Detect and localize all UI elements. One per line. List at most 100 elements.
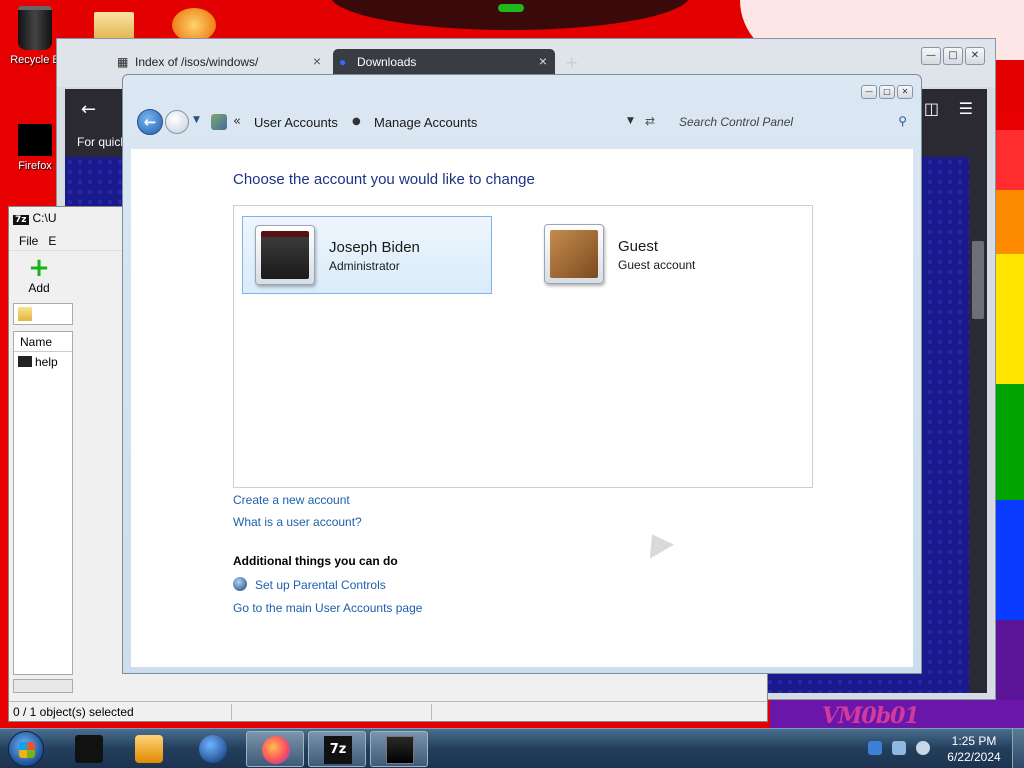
browser-tab-index[interactable]: ▦ Index of /isos/windows/ ×	[111, 49, 329, 77]
control-panel-icon	[386, 736, 414, 764]
selection-status: 0 / 1 object(s) selected	[13, 705, 134, 719]
recycle-bin-icon	[18, 6, 52, 50]
media-player-icon	[135, 735, 163, 763]
network-icon[interactable]	[892, 741, 906, 755]
scrollbar-thumb[interactable]	[972, 241, 984, 319]
create-account-link[interactable]: Create a new account	[233, 493, 350, 507]
sevenzip-title: 7z C:\U	[13, 211, 57, 225]
add-label: Add	[28, 281, 50, 295]
search-input[interactable]: Search Control Panel ⚲	[673, 109, 913, 135]
account-type: Administrator	[329, 259, 400, 273]
user-avatar-icon	[261, 231, 309, 279]
account-tile-joseph-biden[interactable]: Joseph Biden Administrator	[242, 216, 492, 294]
start-button[interactable]	[8, 731, 44, 767]
search-icon[interactable]: ⚲	[898, 114, 907, 128]
account-tile-guest[interactable]: Guest Guest account	[532, 216, 782, 294]
close-icon[interactable]: ×	[313, 53, 321, 69]
forward-button[interactable]	[165, 110, 189, 134]
back-button[interactable]: ←	[137, 109, 163, 135]
accounts-list: Joseph Biden Administrator Guest Guest a…	[233, 205, 813, 488]
guest-briefcase-icon	[550, 230, 598, 278]
taskbar-item-7zip[interactable]: 7z	[308, 731, 366, 767]
monitor-icon	[75, 735, 103, 763]
account-picture	[255, 225, 315, 285]
recent-pages-dropdown-icon[interactable]: ▼	[193, 115, 200, 125]
desktop-icon-label: Recycle B	[10, 54, 60, 66]
account-name: Guest	[618, 238, 659, 255]
maximize-icon[interactable]: □	[879, 85, 895, 99]
cp-window-controls: — □ ✕	[859, 83, 913, 99]
add-button[interactable]: + Add	[19, 255, 59, 295]
volume-icon[interactable]	[916, 741, 930, 755]
minimize-icon[interactable]: —	[861, 85, 877, 99]
breadcrumb-manage-accounts[interactable]: Manage Accounts	[374, 115, 477, 130]
status-divider	[431, 704, 432, 720]
taskbar-item-control-panel[interactable]	[370, 731, 428, 767]
menu-file[interactable]: File	[19, 234, 38, 248]
menu-edit[interactable]: E	[48, 234, 56, 248]
wallpaper-dark-oval	[330, 0, 690, 30]
close-icon[interactable]: ✕	[965, 47, 985, 65]
back-arrow-icon[interactable]: ←	[81, 99, 96, 120]
close-icon[interactable]: ×	[539, 53, 547, 69]
page-title: Choose the account you would like to cha…	[233, 171, 535, 188]
main-user-accounts-link[interactable]: Go to the main User Accounts page	[233, 601, 422, 615]
taskbar: 7z 1:25 PM 6/22/2024	[0, 728, 1024, 768]
browser-tab-label: Downloads	[357, 55, 417, 69]
sevenzip-status-bar: 0 / 1 object(s) selected	[9, 701, 767, 721]
control-panel-body: Choose the account you would like to cha…	[131, 149, 913, 667]
sevenzip-path-bar[interactable]	[13, 303, 73, 325]
control-panel-window: — □ ✕ ← ▼ « User Accounts ● Manage Account…	[122, 74, 922, 674]
clock-time: 1:25 PM	[951, 734, 997, 748]
account-type: Guest account	[618, 258, 696, 272]
mouse-pointer	[639, 527, 675, 559]
breadcrumb-separator-icon[interactable]: ●	[352, 116, 361, 127]
status-divider	[231, 704, 232, 720]
firefox-icon	[18, 124, 52, 156]
search-placeholder: Search Control Panel	[679, 115, 794, 129]
taskbar-item-globe[interactable]	[184, 731, 242, 767]
add-plus-icon: +	[28, 253, 50, 283]
list-item[interactable]: help	[14, 352, 72, 372]
additional-things-heading: Additional things you can do	[233, 554, 398, 568]
maximize-icon[interactable]: □	[943, 47, 963, 65]
close-icon[interactable]: ✕	[897, 85, 913, 99]
breadcrumb-user-accounts[interactable]: User Accounts	[254, 115, 338, 130]
show-desktop-button[interactable]	[1012, 729, 1024, 768]
downloads-icon: ●	[339, 55, 347, 69]
breadcrumb-overflow-icon[interactable]: «	[233, 114, 241, 129]
horizontal-scrollbar[interactable]	[13, 679, 73, 693]
taskbar-item-media[interactable]	[120, 731, 178, 767]
taskbar-item-firefox[interactable]	[246, 731, 304, 767]
browser-window-controls: — □ ✕	[919, 47, 985, 65]
sevenzip-file-list: Name help	[13, 331, 73, 675]
list-item-label: help	[35, 355, 58, 369]
desktop-icon-label: Firefox	[18, 160, 52, 172]
sevenzip-title-text: C:\U	[32, 211, 57, 225]
browser-tab-downloads[interactable]: ● Downloads ×	[333, 49, 555, 77]
desktop-icon-app[interactable]	[172, 8, 216, 42]
page-icon: ▦	[117, 55, 129, 69]
folder-up-icon[interactable]	[18, 307, 32, 321]
what-is-user-account-link[interactable]: What is a user account?	[233, 515, 362, 529]
parental-controls-link[interactable]: Set up Parental Controls	[255, 578, 386, 592]
sevenzip-icon: 7z	[324, 736, 352, 764]
parental-controls-icon	[233, 577, 247, 591]
extensions-icon[interactable]: ◫	[924, 99, 939, 118]
vm-watermark: VM0b01	[822, 703, 920, 728]
desktop-icon-folder[interactable]	[94, 12, 134, 40]
tray-icon[interactable]	[868, 741, 882, 755]
minimize-icon[interactable]: —	[921, 47, 941, 65]
taskbar-clock[interactable]: 1:25 PM 6/22/2024	[936, 733, 1012, 765]
address-bar: ← ▼ « User Accounts ● Manage Accounts ▼ …	[133, 101, 915, 145]
new-tab-icon[interactable]: +	[565, 53, 578, 72]
browser-scrollbar[interactable]	[969, 157, 987, 693]
column-header-name[interactable]: Name	[14, 332, 72, 352]
taskbar-item-terminal[interactable]	[60, 731, 118, 767]
address-dropdown-icon[interactable]: ▼	[627, 116, 634, 126]
hamburger-menu-icon[interactable]: ☰	[959, 99, 973, 118]
account-name: Joseph Biden	[329, 239, 420, 256]
refresh-icon[interactable]: ⇄	[645, 114, 655, 128]
sevenzip-logo-icon: 7z	[13, 215, 29, 225]
wallpaper-green-dots	[498, 4, 524, 12]
